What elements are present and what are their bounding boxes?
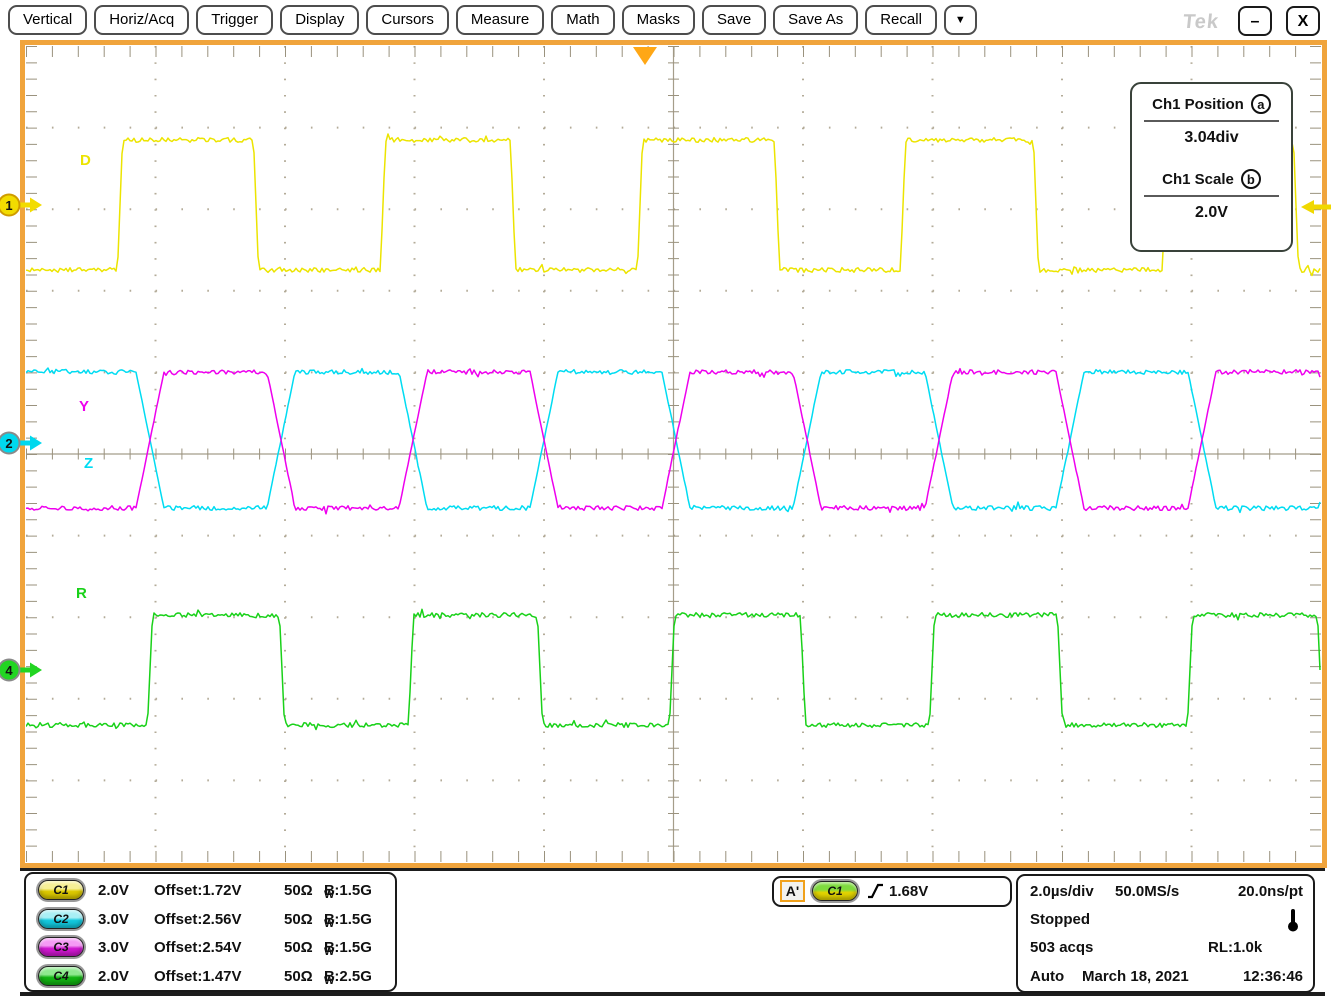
acq-count: 503 acqs xyxy=(1030,937,1093,959)
trigger-a-badge[interactable]: A' xyxy=(780,880,805,902)
timebase-value: 2.0µs/div xyxy=(1030,881,1094,903)
trace-label-d: D xyxy=(80,152,91,169)
knob-b-icon: b xyxy=(1241,169,1261,189)
channel-4-pill[interactable]: C4 xyxy=(38,966,84,986)
channel-1-pill[interactable]: C1 xyxy=(38,880,84,900)
ch4-bandwidth: BW:2.5G xyxy=(324,966,334,992)
ch1-position-label: Ch1 Position xyxy=(1152,96,1244,113)
ch1-scale-label: Ch1 Scale xyxy=(1162,171,1234,188)
plot-bottom-separator xyxy=(20,868,1325,871)
knob-a-icon: a xyxy=(1251,94,1271,114)
trigger-source-pill[interactable]: C1 xyxy=(812,881,858,901)
ch1-position-value[interactable]: 3.04div xyxy=(1132,129,1291,147)
ch4-termination: 50Ω xyxy=(284,966,313,988)
channel-settings-box: C1 2.0V Offset:1.72V 50Ω BW:1.5G C2 3.0V… xyxy=(24,872,397,992)
ch2-termination: 50Ω xyxy=(284,909,313,931)
trigger-position-marker[interactable] xyxy=(633,47,657,65)
sample-rate: 50.0MS/s xyxy=(1115,881,1179,903)
ch3-bandwidth: BW:1.5G xyxy=(324,937,334,963)
ch2-bandwidth: BW:1.5G xyxy=(324,909,334,935)
ch2-scale: 3.0V xyxy=(98,909,129,931)
trigger-mode: Auto xyxy=(1030,966,1064,988)
ch3-offset: Offset:2.54V xyxy=(154,937,242,959)
ch1-scale-value[interactable]: 2.0V xyxy=(1132,204,1291,222)
ch1-offset: Offset:1.72V xyxy=(154,880,242,902)
channel-1-row: C1 2.0V Offset:1.72V 50Ω BW:1.5G xyxy=(26,880,395,904)
oscilloscope-screen: Vertical Horiz/Acq Trigger Display Curso… xyxy=(0,0,1331,999)
trace-label-z: Z xyxy=(84,455,93,472)
ch1-bandwidth: BW:1.5G xyxy=(324,880,334,906)
trigger-readout-box: A' C1 1.68V xyxy=(772,876,1012,907)
channel-3-row: C3 3.0V Offset:2.54V 50Ω BW:1.5G xyxy=(26,937,395,961)
divider xyxy=(1144,195,1279,197)
svg-text:2: 2 xyxy=(5,436,12,451)
ch3-termination: 50Ω xyxy=(284,937,313,959)
svg-text:4: 4 xyxy=(5,663,13,678)
ch1-scale: 2.0V xyxy=(98,880,129,902)
svg-text:1: 1 xyxy=(5,198,12,213)
channel-2-row: C2 3.0V Offset:2.56V 50Ω BW:1.5G xyxy=(26,909,395,933)
divider xyxy=(1144,120,1279,122)
trace-label-r: R xyxy=(76,585,87,602)
ch1-readout-box: Ch1 Position a 3.04div Ch1 Scale b 2.0V xyxy=(1130,82,1293,252)
date-value: March 18, 2021 xyxy=(1082,966,1189,988)
thermometer-icon xyxy=(1287,907,1299,933)
acquisition-box: 2.0µs/div 50.0MS/s 20.0ns/pt Stopped 503… xyxy=(1016,874,1315,993)
record-length: RL:1.0k xyxy=(1208,937,1262,959)
channel-3-pill[interactable]: C3 xyxy=(38,937,84,957)
ch1-termination: 50Ω xyxy=(284,880,313,902)
ch4-scale: 2.0V xyxy=(98,966,129,988)
channel-2-pill[interactable]: C2 xyxy=(38,909,84,929)
channel-4-row: C4 2.0V Offset:1.47V 50Ω BW:2.5G xyxy=(26,966,395,990)
trace-label-y: Y xyxy=(79,398,89,415)
acq-status: Stopped xyxy=(1030,909,1090,931)
rising-edge-icon xyxy=(867,882,885,900)
time-value: 12:36:46 xyxy=(1243,966,1303,988)
ch4-offset: Offset:1.47V xyxy=(154,966,242,988)
ch2-offset: Offset:2.56V xyxy=(154,909,242,931)
sample-resolution: 20.0ns/pt xyxy=(1238,881,1303,903)
trigger-level-value: 1.68V xyxy=(889,880,928,903)
ch3-scale: 3.0V xyxy=(98,937,129,959)
